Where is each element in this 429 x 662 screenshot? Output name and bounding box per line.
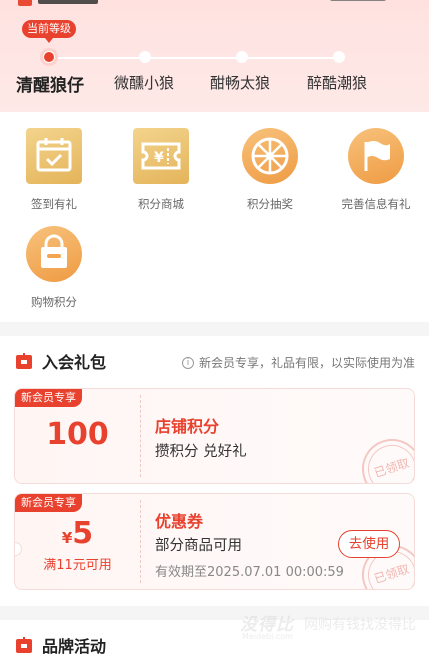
flag-icon	[348, 128, 404, 184]
coupon-amount: 5	[72, 516, 94, 551]
coupon-value: ¥5	[15, 516, 140, 551]
gift-subtitle: 部分商品可用	[155, 538, 242, 554]
cropped-header-link	[330, 0, 390, 4]
feature-complete-info[interactable]: 完善信息有礼	[326, 128, 426, 212]
section-header: 入会礼包	[14, 350, 106, 372]
level-name[interactable]: 醉酷潮狼	[307, 72, 367, 93]
section-note-text: 新会员专享，礼品有限，以实际使用为准	[198, 356, 415, 370]
svg-text:¥: ¥	[154, 150, 164, 166]
section-header: 品牌活动	[14, 634, 106, 656]
current-level-badge: 当前等级	[22, 20, 76, 43]
currency-symbol: ¥	[61, 529, 73, 547]
claimed-stamp: 已领取	[354, 431, 414, 483]
level-dot	[333, 51, 345, 63]
level-name[interactable]: 酣畅太狼	[210, 72, 270, 93]
coupon-condition: 满11元可用	[43, 558, 112, 573]
shopping-bag-icon	[26, 226, 82, 282]
feature-label: 积分抽奖	[247, 197, 293, 211]
gift-box-icon	[16, 353, 32, 369]
gift-subtitle: 攒积分 兑好礼	[155, 444, 247, 460]
card-divider	[140, 395, 141, 477]
level-dot	[139, 51, 151, 63]
cropped-header-title	[18, 0, 108, 6]
feature-sign-in[interactable]: 签到有礼	[4, 128, 104, 212]
level-dot	[236, 51, 248, 63]
level-name-current[interactable]: 清醒狼仔	[16, 71, 84, 96]
points-amount: 100	[46, 417, 109, 452]
coupon-expiry: 有效期至2025.07.01 00:00:59	[155, 565, 344, 580]
welcome-gift-section: 入会礼包 i 新会员专享，礼品有限，以实际使用为准 新会员专享 100 店铺积分…	[0, 336, 429, 606]
gift-box-icon	[16, 637, 32, 653]
use-coupon-button[interactable]: 去使用	[338, 530, 400, 558]
gift-title: 优惠券	[155, 512, 204, 531]
member-feature-grid: 签到有礼 ¥ 积分商城 积分抽奖 完善信息有礼 购物积分	[0, 112, 429, 322]
watermark-slogan: 网购有钱找没得比	[304, 617, 416, 633]
coupon-ticket-icon: ¥	[133, 128, 189, 184]
feature-label: 签到有礼	[31, 197, 77, 211]
card-divider	[140, 500, 141, 583]
new-member-tag: 新会员专享	[15, 494, 82, 512]
calendar-check-icon	[26, 128, 82, 184]
feature-points-lottery[interactable]: 积分抽奖	[220, 128, 320, 212]
watermark-url: Meidebi.com	[242, 632, 293, 641]
member-level-strip: 当前等级 清醒狼仔 微醺小狼 酣畅太狼 醉酷潮狼	[0, 0, 429, 112]
watermark: 没得比 网购有钱找没得比 Meidebi.com	[240, 610, 416, 641]
level-name[interactable]: 微醺小狼	[114, 72, 174, 93]
level-dot-current	[40, 48, 58, 66]
feature-label: 购物积分	[31, 295, 77, 309]
level-progress-track	[48, 57, 338, 59]
lottery-wheel-icon	[242, 128, 298, 184]
gift-card-coupon[interactable]: 新会员专享 ¥5 满11元可用 优惠券 部分商品可用 有效期至2025.07.0…	[14, 493, 415, 590]
section-title: 品牌活动	[42, 637, 107, 656]
feature-label: 积分商城	[138, 197, 184, 211]
info-icon: i	[181, 356, 194, 369]
section-title: 入会礼包	[42, 353, 107, 372]
section-note: i 新会员专享，礼品有限，以实际使用为准	[181, 354, 415, 371]
feature-label: 完善信息有礼	[341, 197, 411, 211]
new-member-tag: 新会员专享	[15, 389, 82, 407]
gift-title: 店铺积分	[155, 417, 220, 436]
gift-card-points[interactable]: 新会员专享 100 店铺积分 攒积分 兑好礼 已领取	[14, 388, 415, 484]
feature-points-mall[interactable]: ¥ 积分商城	[111, 128, 211, 212]
feature-shopping-points[interactable]: 购物积分	[4, 226, 104, 310]
